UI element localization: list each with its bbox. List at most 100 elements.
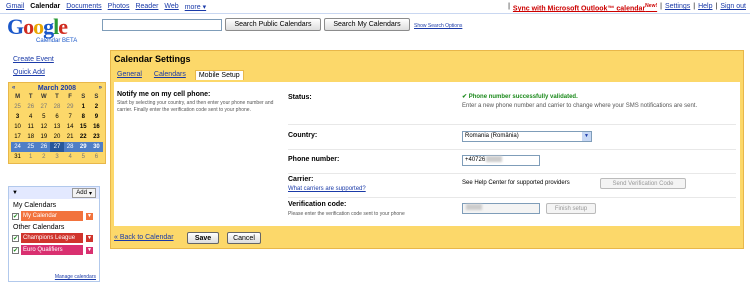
mini-calendar-day[interactable]: 3 bbox=[11, 112, 24, 122]
weekday-header: S bbox=[81, 94, 86, 100]
mini-calendar-day[interactable]: 28 bbox=[50, 102, 63, 112]
create-event-link[interactable]: Create Event bbox=[13, 56, 54, 63]
mini-calendar-day[interactable]: 26 bbox=[24, 102, 37, 112]
calendar-item[interactable]: ✔ Champions League ▼ bbox=[12, 233, 99, 243]
nav-reader[interactable]: Reader bbox=[135, 3, 158, 11]
mini-calendar-day[interactable]: 19 bbox=[37, 132, 50, 142]
country-select[interactable]: Romania (România) ▼ bbox=[462, 131, 592, 142]
mini-calendar-day[interactable]: 30 bbox=[89, 142, 103, 152]
back-to-calendar-link[interactable]: « Back to Calendar bbox=[114, 234, 174, 241]
nav-photos[interactable]: Photos bbox=[108, 3, 130, 11]
nav-documents[interactable]: Documents bbox=[66, 3, 101, 11]
tab-mobile-setup[interactable]: Mobile Setup bbox=[194, 70, 244, 80]
calendar-name[interactable]: My Calendar bbox=[21, 211, 83, 221]
mini-calendar-day[interactable]: 25 bbox=[24, 142, 38, 152]
quick-add-link[interactable]: Quick Add bbox=[13, 69, 45, 76]
checkbox-checked-icon[interactable]: ✔ bbox=[12, 212, 19, 220]
sync-outlook-link[interactable]: Sync with Microsoft Outlook™ calendarNew… bbox=[513, 3, 657, 12]
next-month-icon[interactable]: » bbox=[99, 85, 102, 91]
google-calendar-logo[interactable]: Google Calendar BETA bbox=[7, 16, 87, 46]
nav-web[interactable]: Web bbox=[164, 3, 178, 11]
mini-calendar-day[interactable]: 6 bbox=[90, 152, 103, 162]
mini-calendar-day[interactable]: 2 bbox=[37, 152, 50, 162]
mini-calendar-day[interactable]: 31 bbox=[11, 152, 24, 162]
redacted-digits bbox=[486, 156, 503, 163]
settings-link[interactable]: Settings bbox=[665, 3, 690, 12]
send-verification-code-button[interactable]: Send Verification Code bbox=[600, 178, 686, 189]
calendar-menu-icon[interactable]: ▼ bbox=[86, 212, 93, 220]
mini-calendar-day[interactable]: 14 bbox=[64, 122, 77, 132]
mini-calendar-day[interactable]: 4 bbox=[24, 112, 37, 122]
mini-calendar-day[interactable]: 18 bbox=[24, 132, 37, 142]
mini-calendar-day[interactable]: 27 bbox=[50, 142, 64, 152]
mini-calendar-day[interactable]: 24 bbox=[11, 142, 25, 152]
mini-calendar-day[interactable]: 17 bbox=[11, 132, 24, 142]
mini-calendar-day[interactable]: 8 bbox=[77, 112, 90, 122]
mini-calendar-day[interactable]: 27 bbox=[37, 102, 50, 112]
calendar-item[interactable]: ✔ Euro Qualifiers ▼ bbox=[12, 245, 99, 255]
weekday-header: T bbox=[55, 94, 59, 100]
mobile-setup-body: Notify me on my cell phone: Start by sel… bbox=[114, 82, 740, 226]
top-nav: Gmail Calendar Documents Photos Reader W… bbox=[0, 0, 750, 14]
mini-calendar-day[interactable]: 1 bbox=[24, 152, 37, 162]
tab-general[interactable]: General bbox=[114, 70, 145, 80]
search-my-calendars-button[interactable]: Search My Calendars bbox=[324, 18, 410, 31]
checkbox-checked-icon[interactable]: ✔ bbox=[12, 246, 19, 254]
search-public-calendars-button[interactable]: Search Public Calendars bbox=[225, 18, 321, 31]
calendar-name[interactable]: Euro Qualifiers bbox=[21, 245, 83, 255]
supported-carriers-link[interactable]: What carriers are supported? bbox=[288, 186, 366, 192]
mini-calendar-day[interactable]: 12 bbox=[37, 122, 50, 132]
carrier-label: Carrier: bbox=[288, 176, 314, 183]
calendar-name[interactable]: Champions League bbox=[21, 233, 83, 243]
mini-calendar-day[interactable]: 4 bbox=[64, 152, 77, 162]
save-button[interactable]: Save bbox=[187, 232, 219, 244]
mini-calendar-day[interactable]: 5 bbox=[77, 152, 90, 162]
mini-calendar-day[interactable]: 11 bbox=[24, 122, 37, 132]
mini-calendar-day[interactable]: 15 bbox=[77, 122, 90, 132]
mini-calendar-day[interactable]: 7 bbox=[64, 112, 77, 122]
verification-code-input[interactable] bbox=[462, 203, 540, 214]
mini-calendar-day[interactable]: 26 bbox=[37, 142, 51, 152]
search-input[interactable] bbox=[102, 19, 222, 31]
calendar-item[interactable]: ✔ My Calendar ▼ bbox=[12, 211, 99, 221]
help-link[interactable]: Help bbox=[698, 3, 712, 12]
mini-calendar-day[interactable]: 29 bbox=[64, 102, 77, 112]
mini-calendar-day[interactable]: 23 bbox=[90, 132, 103, 142]
nav-gmail[interactable]: Gmail bbox=[6, 3, 24, 11]
mini-calendar-day[interactable]: 1 bbox=[77, 102, 90, 112]
mini-calendar-day[interactable]: 25 bbox=[11, 102, 24, 112]
mini-calendar-day[interactable]: 13 bbox=[50, 122, 63, 132]
mini-calendar-day[interactable]: 20 bbox=[50, 132, 63, 142]
calendar-menu-icon[interactable]: ▼ bbox=[86, 234, 93, 242]
prev-month-icon[interactable]: « bbox=[12, 85, 15, 91]
mini-calendar-day[interactable]: 10 bbox=[11, 122, 24, 132]
manage-calendars-link[interactable]: Manage calendars bbox=[55, 274, 96, 280]
mini-calendar-day[interactable]: 9 bbox=[90, 112, 103, 122]
nav-calendar[interactable]: Calendar bbox=[30, 3, 60, 11]
finish-setup-button[interactable]: Finish setup bbox=[546, 203, 596, 214]
mini-calendar-day[interactable]: 2 bbox=[90, 102, 103, 112]
collapse-icon[interactable]: ▼ bbox=[12, 190, 18, 196]
mini-calendar-day[interactable]: 5 bbox=[37, 112, 50, 122]
mini-calendar-day[interactable]: 21 bbox=[64, 132, 77, 142]
sign-out-link[interactable]: Sign out bbox=[720, 3, 746, 12]
checkbox-checked-icon[interactable]: ✔ bbox=[12, 234, 19, 242]
phone-number-input[interactable]: +40726 bbox=[462, 155, 540, 166]
mini-calendar-day[interactable]: 29 bbox=[76, 142, 90, 152]
tab-calendars[interactable]: Calendars bbox=[151, 70, 189, 80]
mini-calendar-day[interactable]: 3 bbox=[50, 152, 63, 162]
mini-calendar-day[interactable]: 16 bbox=[90, 122, 103, 132]
show-search-options-link[interactable]: Show Search Options bbox=[414, 23, 462, 29]
mini-calendar-day[interactable]: 22 bbox=[77, 132, 90, 142]
cancel-button[interactable]: Cancel bbox=[227, 232, 261, 244]
add-calendar-button[interactable]: Add ▾ bbox=[72, 188, 96, 198]
phone-row: Phone number: +40726 bbox=[288, 149, 736, 172]
status-row: Status: ✔ Phone number successfully vali… bbox=[288, 90, 736, 122]
mini-calendar-day[interactable]: 6 bbox=[50, 112, 63, 122]
calendar-menu-icon[interactable]: ▼ bbox=[86, 246, 93, 254]
country-value: Romania (România) bbox=[465, 133, 519, 139]
logo-subtitle: Calendar BETA bbox=[36, 38, 78, 44]
mini-calendar-day[interactable]: 28 bbox=[63, 142, 77, 152]
nav-more[interactable]: more ▾ bbox=[185, 3, 206, 11]
weekday-header: F bbox=[68, 94, 72, 100]
